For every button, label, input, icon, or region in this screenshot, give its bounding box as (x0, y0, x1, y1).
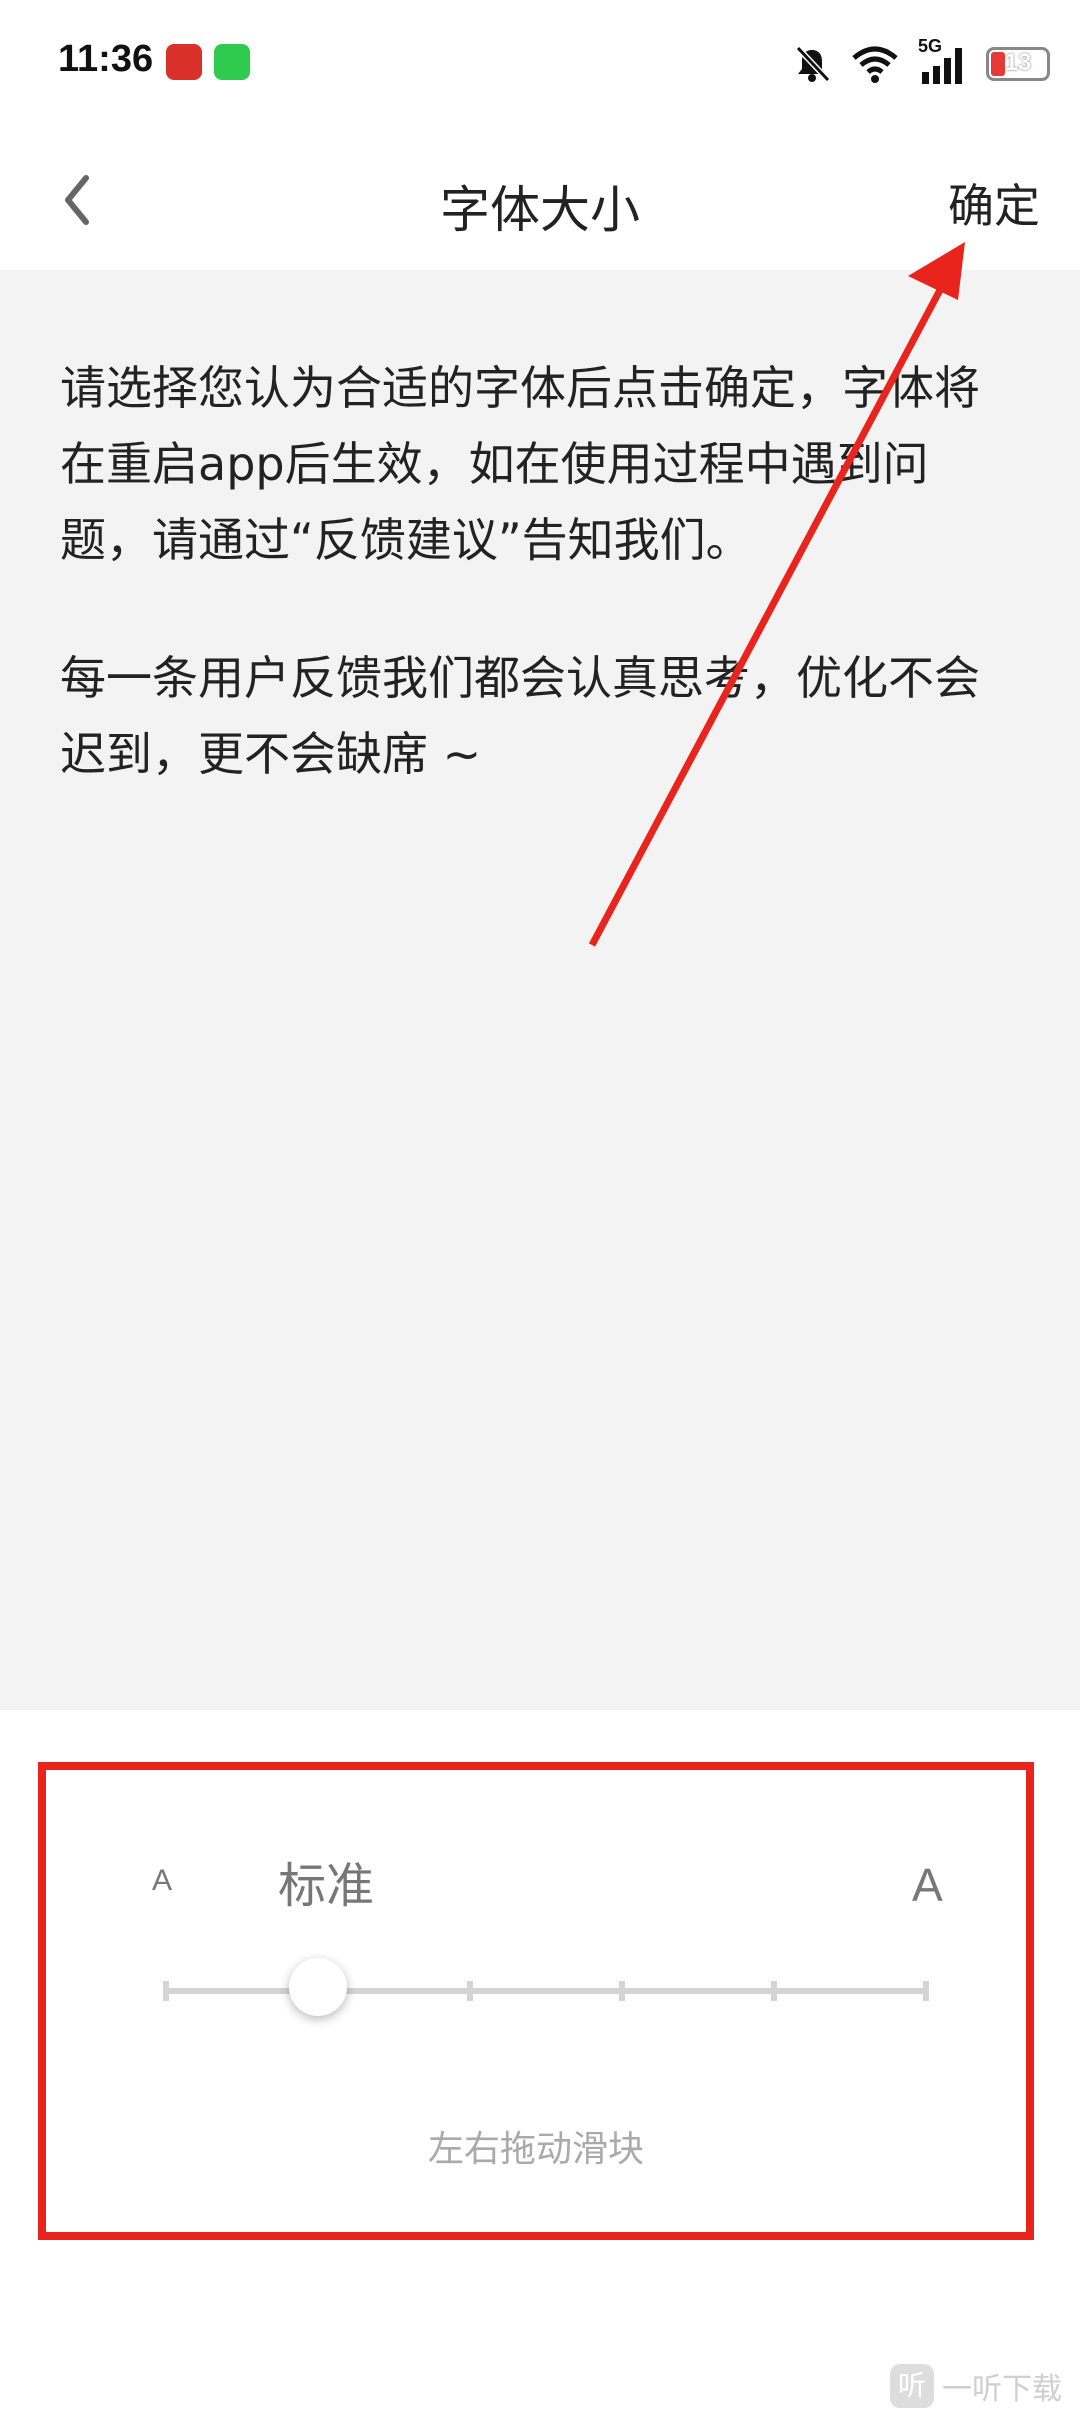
slider-hint: 左右拖动滑块 (427, 2129, 644, 2170)
confirm-button[interactable]: 确定 (948, 170, 1040, 236)
wifi-icon (852, 46, 898, 83)
slider-tick (619, 1981, 625, 2001)
slider-tick (923, 1981, 929, 2001)
phone-icon (214, 44, 250, 80)
watermark-logo: 听 (890, 2364, 934, 2408)
nav-bar: 字体大小 确定 (0, 130, 1080, 270)
small-font-label: A (152, 1864, 173, 1897)
slider-tick (163, 1981, 169, 2001)
battery-icon: 13 (986, 47, 1050, 81)
preview-paragraph-2: 每一条用户反馈我们都会认真思考，优化不会迟到，更不会缺席 ~ (60, 651, 980, 781)
preview-area: 请选择您认为合适的字体后点击确定，字体将在重启app后生效，如在使用过程中遇到问… (0, 270, 1080, 1710)
slider-track[interactable] (163, 1981, 929, 2001)
cellular-signal: 5G (918, 36, 968, 86)
mute-bell-icon (795, 45, 831, 83)
app-notification-icon (166, 44, 202, 80)
status-bar: 11:36 5G 13 (0, 0, 1080, 130)
slider-thumb[interactable] (289, 1958, 347, 2016)
watermark-text: 一听下载 (942, 2372, 1062, 2407)
signal-icon (922, 48, 962, 84)
status-icons: 5G 13 (792, 36, 1050, 90)
preview-paragraph-1: 请选择您认为合适的字体后点击确定，字体将在重启app后生效，如在使用过程中遇到问… (60, 361, 980, 567)
battery-percent: 13 (1004, 49, 1032, 76)
page-title: 字体大小 (440, 181, 640, 239)
watermark: 听 一听下载 (890, 2364, 1062, 2408)
slider-tick (467, 1981, 473, 2001)
status-time: 11:36 (58, 38, 154, 80)
current-level-label: 标准 (278, 1858, 375, 1914)
font-size-slider-panel: A 标准 A 左右拖动滑块 (38, 1762, 1034, 2240)
slider-tick (771, 1981, 777, 2001)
large-font-label: A (912, 1859, 943, 1911)
